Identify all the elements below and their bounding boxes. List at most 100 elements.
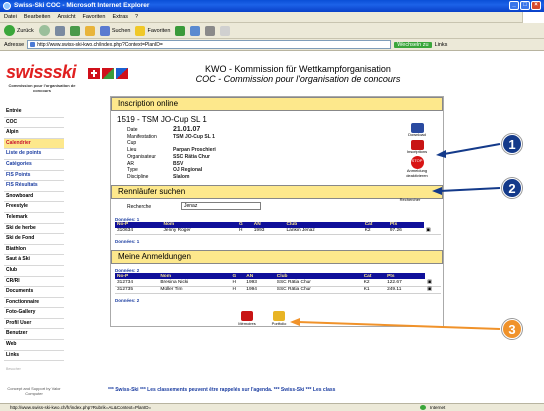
sidebar-item-liste-de-points[interactable]: Liste de points [4, 149, 64, 160]
sidebar-item-freestyle[interactable]: Freestyle [4, 202, 64, 213]
sidebar-item-cat-gories[interactable]: Catégories [4, 160, 64, 171]
detail-label: Cup [127, 140, 137, 147]
sidebar-item-club[interactable]: Club [4, 266, 64, 277]
language-flag-icon[interactable] [102, 68, 114, 79]
table-row[interactable]: 312734 Bresina Nicki H 1993 SSC Rätia Chur K2… [115, 279, 441, 287]
address-input[interactable]: http://www.swiss-ski-kwo.ch/index.php?Co… [27, 40, 392, 49]
sidebar-item-ski-de-fond[interactable]: Ski de Fond [4, 234, 64, 245]
meine-table: No-P Nom G AN Club Cat Pts 312734 Bresina Nicki… [115, 273, 441, 294]
add-runner-icon[interactable]: ▣ [424, 227, 441, 236]
sidebar-item-profil-user[interactable]: Profil User [4, 319, 64, 330]
cell-g: H [230, 279, 245, 287]
sidebar-item-fonctionnaire[interactable]: Fonctionnaire [4, 298, 64, 309]
inscriptions-label[interactable]: Inscriptions [397, 149, 437, 155]
sidebar-item-snowboard[interactable]: Snowboard [4, 192, 64, 203]
menu-help[interactable]: ? [135, 14, 138, 20]
home-icon[interactable] [84, 25, 95, 36]
swiss-flag-icon[interactable] [88, 68, 100, 79]
cell-cat: K2 [361, 279, 386, 287]
swissski-logo[interactable]: swissski Commission pour l'organisation … [6, 62, 78, 93]
search-button[interactable]: Suchen [99, 25, 131, 36]
portfolio-button[interactable]: Portfolio [267, 310, 291, 326]
sidebar: Entrée COC Alpin Calendrier Liste de points C… [4, 107, 64, 371]
links-label[interactable]: Links [435, 42, 448, 48]
detail-label: Type [127, 167, 138, 174]
cell-nop: 312734 [115, 279, 159, 287]
sidebar-item-documents[interactable]: Documents [4, 287, 64, 298]
back-label: Zurück [17, 27, 34, 34]
detail-label: Manifestation [127, 133, 157, 140]
sidebar-item-telemark[interactable]: Telemark [4, 213, 64, 224]
back-button[interactable]: Zurück [4, 25, 34, 36]
detail-row: Organisateur SSC Rätia Chur [127, 154, 443, 161]
cell-club: SSC Rätia Chur [274, 286, 362, 294]
detail-label: AR [127, 160, 134, 167]
download-label[interactable]: Download [397, 132, 437, 138]
rechercher-button[interactable]: Rechercher [395, 197, 425, 202]
stop-icon[interactable] [54, 25, 65, 36]
sidebar-item-web[interactable]: Web [4, 340, 64, 351]
detail-value: OJ Regional [173, 167, 203, 174]
delete-entry-icon[interactable]: ▣ [425, 286, 441, 294]
cell-pts: 249.11 [385, 286, 426, 294]
menu-favoriten[interactable]: Favoriten [83, 14, 106, 20]
sidebar-item-entr-e[interactable]: Entrée [4, 107, 64, 118]
detail-value: SSC Rätia Chur [173, 153, 210, 160]
sidebar-item-links[interactable]: Links [4, 351, 64, 362]
sidebar-item-saut-ski[interactable]: Saut à Ski [4, 255, 64, 266]
favorites-button[interactable]: Favoriten [135, 25, 170, 36]
sidebar-item-fis-r-sultats[interactable]: FIS Résultats [4, 181, 64, 192]
minimize-button[interactable]: _ [509, 1, 519, 10]
sidebar-item-coc[interactable]: COC [4, 118, 64, 129]
sidebar-item-biathlon[interactable]: Biathlon [4, 245, 64, 256]
language-flag-icon[interactable] [116, 68, 128, 79]
close-button[interactable]: × [531, 1, 541, 10]
sidebar-item-cr-ri[interactable]: CR/RI [4, 277, 64, 288]
window-title: Swiss-Ski COC - Microsoft Internet Explo… [14, 2, 150, 9]
detail-row: Cup [127, 140, 443, 147]
print-icon[interactable] [205, 25, 216, 36]
cell-an: 1993 [251, 227, 285, 236]
menu-ansicht[interactable]: Ansicht [57, 14, 75, 20]
menu-bearbeiten[interactable]: Bearbeiten [24, 14, 51, 20]
table-row[interactable]: 310634 Jenny Roger H 1993 Lankin Jenaz K2 97.2… [115, 227, 441, 236]
go-button[interactable]: Wechseln zu [394, 41, 432, 48]
maximize-button[interactable]: □ [520, 1, 530, 10]
refresh-icon[interactable] [69, 25, 80, 36]
delete-entry-icon[interactable]: ▣ [425, 279, 441, 287]
section-title-search: Rennläufer suchen [111, 184, 443, 199]
sidebar-item-foto-gallery[interactable]: Foto-Gallery [4, 308, 64, 319]
memoires-icon [241, 310, 253, 321]
table-row[interactable]: 312735 Müller Tim H 1994 SSC Rätia Chur K1 249… [115, 286, 441, 294]
address-bar: Adresse http://www.swiss-ski-kwo.ch/inde… [0, 39, 544, 51]
sidebar-item-alpin[interactable]: Alpin [4, 128, 64, 139]
menu-extras[interactable]: Extras [112, 14, 128, 20]
menu-datei[interactable]: Datei [4, 14, 17, 20]
detail-label: Discipline [127, 173, 149, 180]
sidebar-item-benutzer[interactable]: Benutzer [4, 329, 64, 341]
portfolio-label: Portfolio [271, 320, 287, 326]
memoires-button[interactable]: Mémoires [235, 310, 259, 326]
cell-g: H [230, 286, 245, 294]
sidebar-item-fis-points[interactable]: FIS Points [4, 171, 64, 182]
history-icon[interactable] [175, 25, 186, 36]
page-header: KWO - Kommission für Wettkampforganisati… [148, 64, 448, 84]
star-icon [135, 25, 146, 36]
forward-button[interactable] [38, 25, 50, 36]
mail-icon[interactable] [190, 25, 201, 36]
sidebar-item-ski-de-herbe[interactable]: Ski de herbe [4, 224, 64, 235]
detail-label: Date [127, 127, 138, 133]
meine-footer: Données: 2 [115, 297, 140, 303]
search-input[interactable]: Jenaz [181, 201, 261, 210]
event-details: Date 21.01.07 Manifestation TSM JO-Cup SL 1… [111, 123, 443, 181]
logo-name: swissski [6, 62, 77, 82]
inscriptions-icon[interactable] [410, 139, 424, 150]
detail-value: Parpan Proschieri [173, 147, 216, 154]
sidebar-item-calendrier[interactable]: Calendrier [4, 138, 64, 150]
internet-zone: Internet [418, 404, 445, 411]
search-field-label: Recherche [127, 203, 152, 210]
cell-club: Lankin Jenaz [284, 227, 363, 236]
edit-icon[interactable] [220, 25, 231, 36]
deactivate-label[interactable]: Anmeldung deaktivieren [397, 168, 437, 178]
search-label: Suchen [111, 27, 131, 34]
